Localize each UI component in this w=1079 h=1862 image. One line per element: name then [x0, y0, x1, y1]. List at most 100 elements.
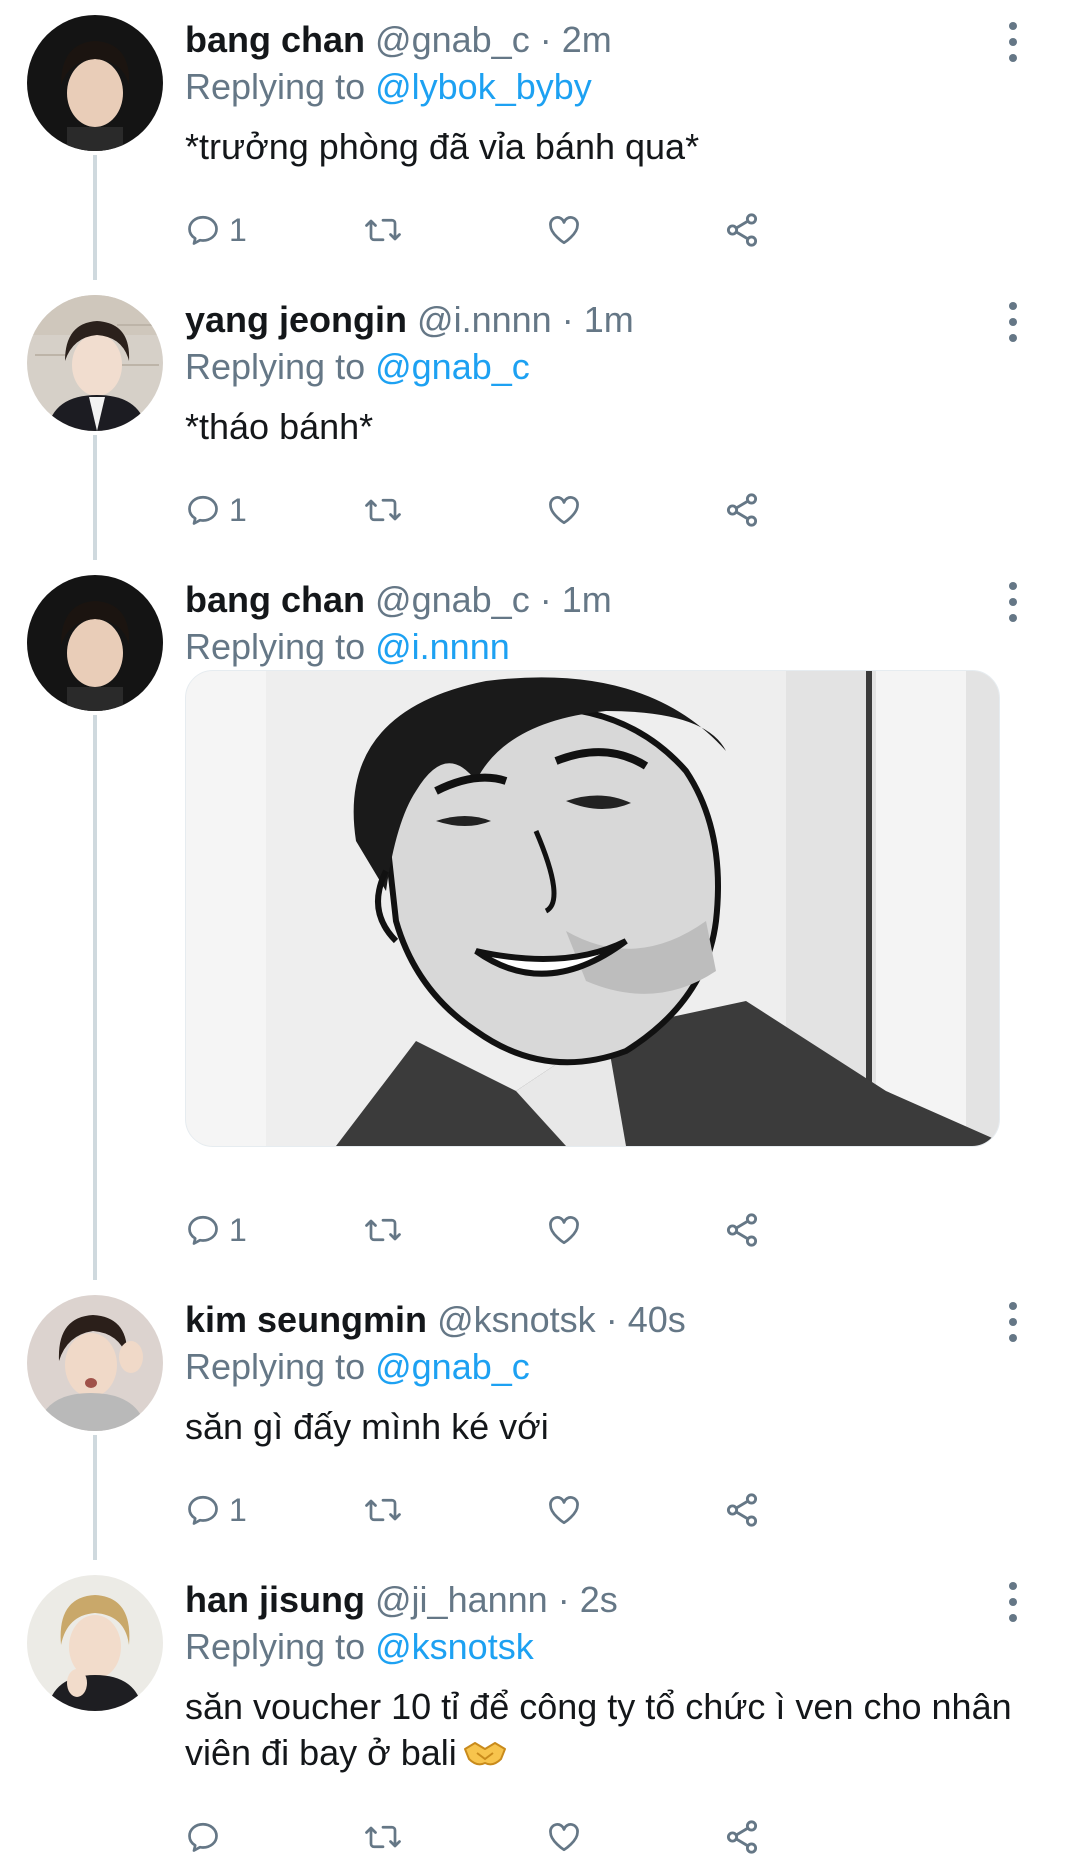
reply-button[interactable]: 1 — [185, 1485, 247, 1535]
replying-to-handle[interactable]: @gnab_c — [375, 1346, 530, 1387]
replying-to-line: Replying to @i.nnnn — [185, 625, 510, 669]
reply-button[interactable]: 1 — [185, 1205, 247, 1255]
avatar[interactable] — [27, 15, 163, 151]
user-handle[interactable]: @gnab_c — [375, 579, 530, 620]
reply-icon — [188, 1822, 218, 1852]
heart-icon — [549, 1496, 579, 1525]
avatar[interactable] — [27, 575, 163, 711]
reply-count: 1 — [229, 1491, 247, 1528]
share-icon — [726, 1493, 758, 1527]
tweet-actions — [185, 1812, 1005, 1862]
reply-icon — [188, 495, 218, 525]
tweet[interactable]: yang jeongin @i.nnnn · 1m Replying to @g… — [0, 280, 1079, 560]
retweet-icon — [365, 1498, 401, 1522]
replying-to-handle[interactable]: @i.nnnn — [375, 626, 510, 667]
display-name[interactable]: bang chan — [185, 579, 365, 620]
reply-icon — [188, 215, 218, 245]
tweet-actions: 1 — [185, 205, 1005, 255]
display-name[interactable]: kim seungmin — [185, 1299, 427, 1340]
like-button[interactable] — [545, 485, 583, 535]
share-button[interactable] — [723, 205, 761, 255]
more-vertical-icon[interactable] — [998, 1582, 1028, 1622]
retweet-icon — [365, 1218, 401, 1242]
display-name[interactable]: yang jeongin — [185, 299, 407, 340]
like-button[interactable] — [545, 1205, 583, 1255]
tweet-text: *tháo bánh* — [185, 406, 374, 447]
heart-icon — [549, 496, 579, 525]
separator-dot: · — [605, 1299, 618, 1340]
tweet[interactable]: bang chan @gnab_c · 1m Replying to @i.nn… — [0, 560, 1079, 1280]
like-button[interactable] — [545, 205, 583, 255]
replying-to-handle[interactable]: @lybok_byby — [375, 66, 592, 107]
retweet-button[interactable] — [363, 1485, 403, 1535]
retweet-button[interactable] — [363, 1205, 403, 1255]
avatar[interactable] — [27, 1575, 163, 1711]
like-button[interactable] — [545, 1485, 583, 1535]
separator-dot: · — [557, 1579, 570, 1620]
separator-dot: · — [561, 299, 574, 340]
tweet-actions: 1 — [185, 485, 1005, 535]
replying-to-handle[interactable]: @gnab_c — [375, 346, 530, 387]
user-handle[interactable]: @i.nnnn — [417, 299, 552, 340]
display-name[interactable]: bang chan — [185, 19, 365, 60]
share-icon — [726, 493, 758, 527]
heart-icon — [549, 216, 579, 245]
more-vertical-icon[interactable] — [998, 582, 1028, 622]
avatar[interactable] — [27, 295, 163, 431]
replying-to-handle[interactable]: @ksnotsk — [375, 1626, 534, 1667]
reply-button[interactable]: 1 — [185, 485, 247, 535]
share-icon — [726, 1213, 758, 1247]
tweet[interactable]: han jisung @ji_hannn · 2s Replying to @k… — [0, 1560, 1079, 1854]
tweet-header: bang chan @gnab_c · 2m — [185, 18, 612, 62]
timestamp[interactable]: 1m — [562, 579, 612, 620]
user-handle[interactable]: @ji_hannn — [375, 1579, 548, 1620]
tweet-text: *trưởng phòng đã vỉa bánh qua* — [185, 126, 700, 167]
timestamp[interactable]: 2m — [562, 19, 612, 60]
display-name[interactable]: han jisung — [185, 1579, 365, 1620]
share-button[interactable] — [723, 1812, 761, 1862]
reply-count: 1 — [229, 491, 247, 528]
reply-count: 1 — [229, 211, 247, 248]
reply-icon — [188, 1215, 218, 1245]
timestamp[interactable]: 40s — [628, 1299, 686, 1340]
user-handle[interactable]: @ksnotsk — [437, 1299, 596, 1340]
more-vertical-icon[interactable] — [998, 302, 1028, 342]
tweet-header: kim seungmin @ksnotsk · 40s — [185, 1298, 686, 1342]
heart-icon — [549, 1216, 579, 1245]
reply-button[interactable] — [185, 1812, 221, 1862]
share-button[interactable] — [723, 485, 761, 535]
retweet-icon — [365, 498, 401, 522]
tweet[interactable]: bang chan @gnab_c · 2m Replying to @lybo… — [0, 0, 1079, 280]
replying-to-line: Replying to @gnab_c — [185, 1345, 530, 1389]
retweet-icon — [365, 218, 401, 242]
tweet-actions: 1 — [185, 1205, 1005, 1255]
tweet[interactable]: kim seungmin @ksnotsk · 40s Replying to … — [0, 1280, 1079, 1560]
retweet-icon — [365, 1825, 401, 1849]
replying-to-label: Replying to — [185, 66, 376, 107]
replying-to-line: Replying to @lybok_byby — [185, 65, 592, 109]
separator-dot: · — [539, 19, 552, 60]
more-vertical-icon[interactable] — [998, 22, 1028, 62]
replying-to-label: Replying to — [185, 346, 376, 387]
user-handle[interactable]: @gnab_c — [375, 19, 530, 60]
tweet-actions: 1 — [185, 1485, 1005, 1535]
replying-to-line: Replying to @ksnotsk — [185, 1625, 534, 1669]
timestamp[interactable]: 2s — [580, 1579, 618, 1620]
handshake-emoji — [463, 1742, 506, 1766]
share-button[interactable] — [723, 1485, 761, 1535]
tweet-header: han jisung @ji_hannn · 2s — [185, 1578, 618, 1622]
more-vertical-icon[interactable] — [998, 1302, 1028, 1342]
tweet-text-wrapper: săn voucher 10 tỉ để công ty tổ chức ì v… — [185, 1684, 1025, 1776]
avatar[interactable] — [27, 1295, 163, 1431]
retweet-button[interactable] — [363, 1812, 403, 1862]
share-button[interactable] — [723, 1205, 761, 1255]
tweet-header: bang chan @gnab_c · 1m — [185, 578, 612, 622]
timestamp[interactable]: 1m — [584, 299, 634, 340]
like-button[interactable] — [545, 1812, 583, 1862]
replying-to-label: Replying to — [185, 626, 376, 667]
retweet-button[interactable] — [363, 485, 403, 535]
share-icon — [726, 1820, 758, 1854]
retweet-button[interactable] — [363, 205, 403, 255]
reply-button[interactable]: 1 — [185, 205, 247, 255]
tweet-image[interactable] — [185, 670, 1000, 1147]
